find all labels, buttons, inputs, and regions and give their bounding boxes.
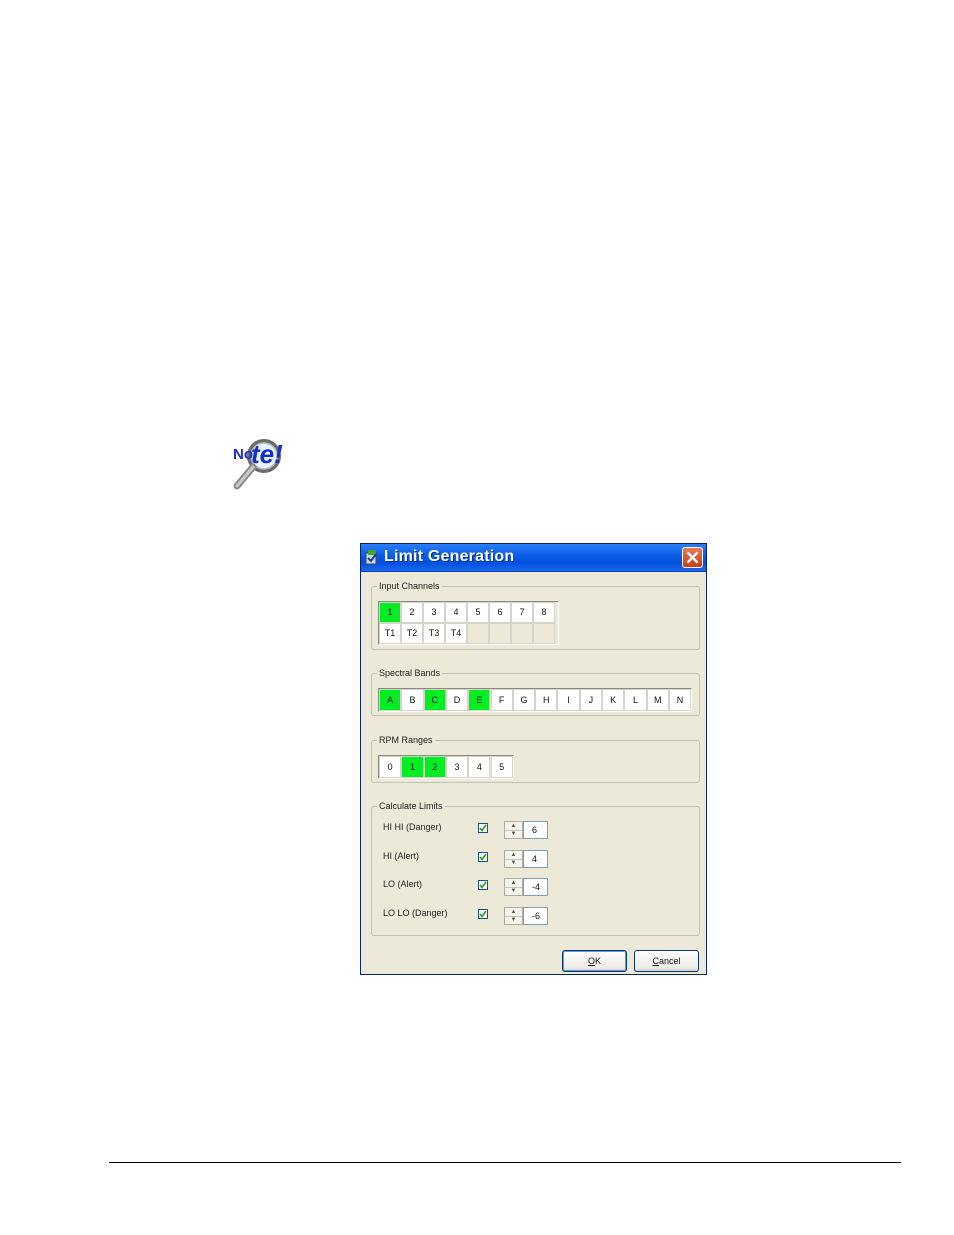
svg-text:te!: te! <box>251 439 283 469</box>
rpm-ranges-label: RPM Ranges <box>377 734 435 746</box>
lo-value[interactable]: -4 <box>523 878 548 896</box>
close-button[interactable] <box>682 547 703 568</box>
calculate-limits-label: Calculate Limits <box>377 800 445 812</box>
band-d[interactable]: D <box>445 689 469 711</box>
channel-t3[interactable]: T3 <box>423 623 445 644</box>
channel-empty-cell <box>467 623 489 644</box>
rpm-1[interactable]: 1 <box>401 756 424 778</box>
channel-7[interactable]: 7 <box>511 602 533 623</box>
limit-label: LO (Alert) <box>383 879 423 889</box>
lolo-value[interactable]: -6 <box>523 907 548 925</box>
band-c[interactable]: C <box>423 689 446 711</box>
ok-mnemonic: O <box>587 956 595 966</box>
band-i[interactable]: I <box>557 689 580 711</box>
footer-rule <box>109 1162 901 1163</box>
lo-spinner[interactable]: ▲ ▼ <box>504 878 523 896</box>
lo-checkbox[interactable] <box>478 880 488 890</box>
window-title: Limit Generation <box>384 548 515 565</box>
band-a[interactable]: A <box>379 689 402 711</box>
check-icon <box>479 824 487 832</box>
channel-2[interactable]: 2 <box>401 602 423 623</box>
lolo-spinner[interactable]: ▲ ▼ <box>504 907 523 925</box>
limit-generation-dialog: Limit Generation Input Channels Spectral… <box>360 543 707 975</box>
app-icon <box>365 549 379 565</box>
svg-text:No: No <box>233 446 253 463</box>
check-icon <box>479 853 487 861</box>
hi-spinner[interactable]: ▲ ▼ <box>504 850 523 868</box>
band-h[interactable]: H <box>535 689 558 711</box>
channel-empty-cell <box>533 623 555 644</box>
hihi-checkbox[interactable] <box>478 823 488 833</box>
rpm-2[interactable]: 2 <box>423 756 446 778</box>
channel-empty-cell <box>511 623 533 644</box>
band-j[interactable]: J <box>579 689 602 711</box>
channel-3[interactable]: 3 <box>423 602 445 623</box>
band-m[interactable]: M <box>646 689 669 711</box>
hi-checkbox[interactable] <box>478 852 488 862</box>
cancel-button[interactable]: Cancel <box>634 950 699 972</box>
check-icon <box>479 910 487 918</box>
spectral-bands-label: Spectral Bands <box>377 667 443 679</box>
band-g[interactable]: G <box>512 689 536 711</box>
limit-label: LO LO (Danger) <box>383 908 448 918</box>
channel-5[interactable]: 5 <box>467 602 489 623</box>
band-e[interactable]: E <box>468 689 491 711</box>
spin-down-icon[interactable]: ▼ <box>505 887 522 895</box>
rpm-5[interactable]: 5 <box>490 756 513 778</box>
lolo-checkbox[interactable] <box>478 909 488 919</box>
spin-down-icon[interactable]: ▼ <box>505 859 522 867</box>
ok-button[interactable]: OK <box>562 950 627 972</box>
channel-t1[interactable]: T1 <box>379 623 401 644</box>
title-bar[interactable]: Limit Generation <box>361 544 706 572</box>
channel-6[interactable]: 6 <box>489 602 511 623</box>
close-icon <box>686 551 699 564</box>
band-n[interactable]: N <box>668 689 692 711</box>
spin-down-icon[interactable]: ▼ <box>505 916 522 924</box>
rpm-4[interactable]: 4 <box>468 756 491 778</box>
hi-value[interactable]: 4 <box>523 850 548 868</box>
check-icon <box>479 881 487 889</box>
channel-t4[interactable]: T4 <box>445 623 467 644</box>
ok-label-rest: K <box>595 956 602 966</box>
band-f[interactable]: F <box>490 689 513 711</box>
rpm-0[interactable]: 0 <box>379 756 402 778</box>
channel-1[interactable]: 1 <box>379 602 401 623</box>
band-k[interactable]: K <box>602 689 625 711</box>
channel-t2[interactable]: T2 <box>401 623 423 644</box>
rpm-3[interactable]: 3 <box>445 756 469 778</box>
hihi-spinner[interactable]: ▲ ▼ <box>504 821 523 839</box>
band-l[interactable]: L <box>624 689 647 711</box>
note-icon: No te! <box>228 432 298 492</box>
cancel-label-rest: ancel <box>658 956 681 966</box>
channel-empty-cell <box>489 623 511 644</box>
channel-4[interactable]: 4 <box>445 602 467 623</box>
input-channels-label: Input Channels <box>377 580 442 592</box>
limit-label: HI HI (Danger) <box>383 822 442 832</box>
hihi-value[interactable]: 6 <box>523 821 548 839</box>
channel-8[interactable]: 8 <box>533 602 555 623</box>
band-b[interactable]: B <box>401 689 424 711</box>
spin-down-icon[interactable]: ▼ <box>505 830 522 838</box>
limit-label: HI (Alert) <box>383 851 419 861</box>
